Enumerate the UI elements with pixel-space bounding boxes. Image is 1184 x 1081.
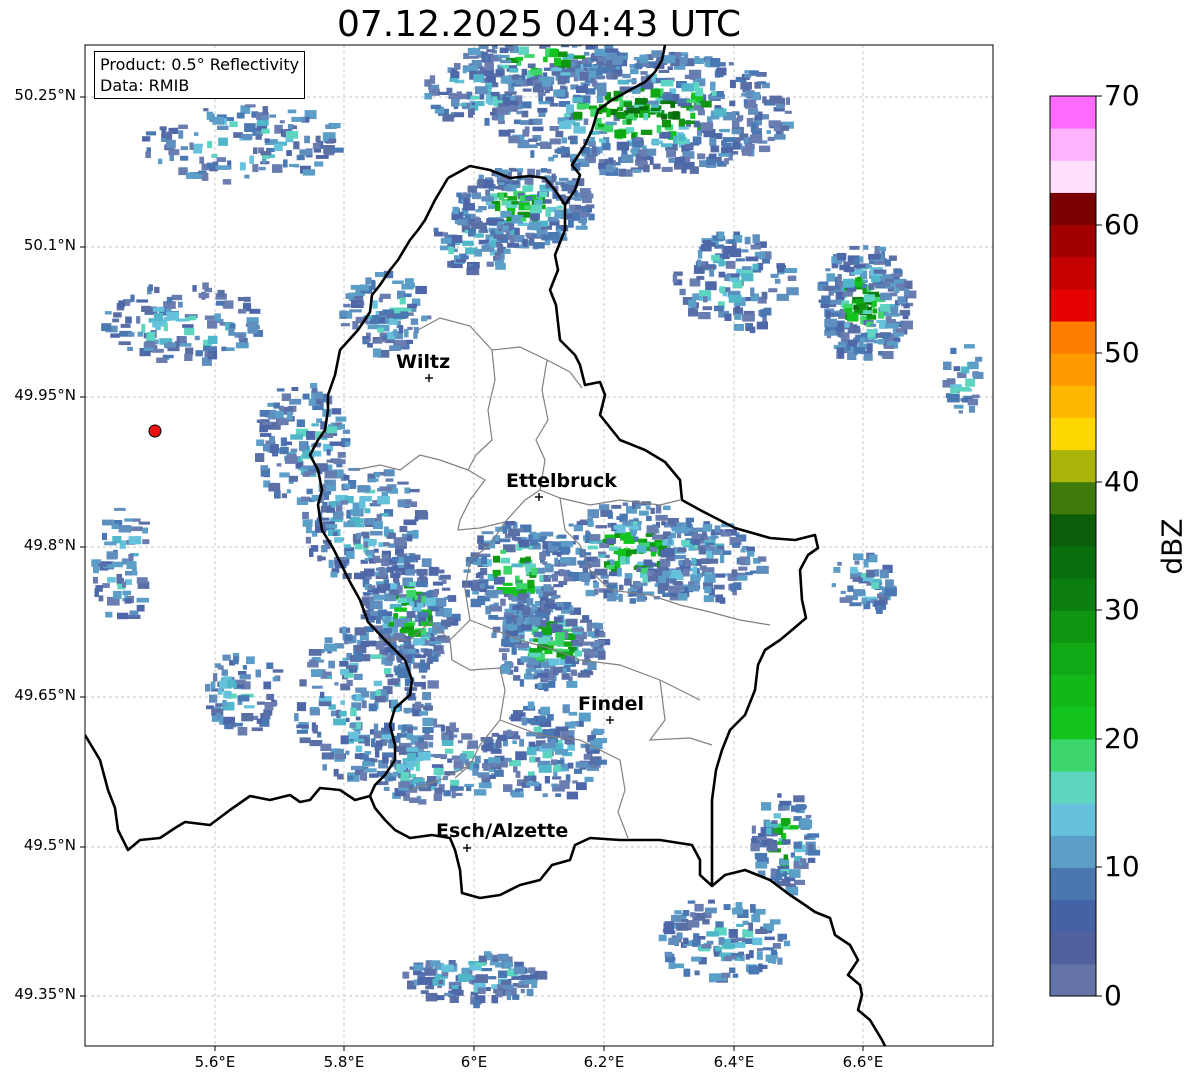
lon-tick-label: 5.8°E	[323, 1053, 365, 1071]
lat-tick-label: 49.95°N	[14, 386, 76, 404]
lat-tick-label: 49.35°N	[14, 985, 76, 1003]
lat-tick-label: 50.25°N	[14, 86, 76, 104]
colorbar-cell	[1050, 610, 1096, 643]
lon-tick-label: 6.6°E	[842, 1053, 884, 1071]
lon-tick-label: 6.2°E	[583, 1053, 625, 1071]
colorbar-cell	[1050, 546, 1096, 579]
city-label-esch-alzette: Esch/Alzette	[436, 820, 569, 842]
lat-tick-label: 49.65°N	[14, 686, 76, 704]
colorbar-tick-label: 0	[1104, 979, 1122, 1012]
colorbar-cell	[1050, 803, 1096, 836]
lat-tick-label: 50.1°N	[23, 236, 76, 254]
colorbar-tick-label: 30	[1104, 593, 1140, 626]
colorbar-cell	[1050, 224, 1096, 258]
lat-tick-label: 49.8°N	[23, 536, 76, 554]
colorbar-ticks	[1096, 95, 1102, 997]
colorbar-cell	[1050, 738, 1096, 772]
colorbar-tick-label: 70	[1104, 79, 1140, 112]
colorbar-cell	[1050, 449, 1096, 483]
colorbar-cell	[1050, 835, 1096, 868]
lat-tick-label: 49.5°N	[23, 836, 76, 854]
lon-tick-label: 6.4°E	[713, 1053, 755, 1071]
colorbar-cell	[1050, 353, 1096, 386]
colorbar-cells	[1050, 96, 1096, 997]
city-label-findel: Findel	[578, 693, 645, 715]
colorbar-label: dBZ	[1155, 518, 1184, 575]
colorbar-cell	[1050, 867, 1096, 901]
data-source-text: Data: RMIB	[100, 76, 190, 95]
colorbar-tick-label: 60	[1104, 208, 1140, 241]
colorbar-cell	[1050, 385, 1096, 418]
city-label-wiltz: Wiltz	[396, 351, 451, 373]
colorbar-cell	[1050, 256, 1096, 290]
lon-tick-label: 5.6°E	[194, 1053, 236, 1071]
colorbar-cell	[1050, 674, 1096, 708]
product-text: Product: 0.5° Reflectivity	[100, 55, 300, 74]
colorbar-cell	[1050, 128, 1096, 161]
colorbar-cell	[1050, 96, 1096, 129]
colorbar-cell	[1050, 160, 1096, 193]
lon-tick-label: 6°E	[460, 1053, 488, 1071]
colorbar-cell	[1050, 321, 1096, 354]
colorbar-tick-label: 10	[1104, 850, 1140, 883]
colorbar-cell	[1050, 578, 1096, 611]
colorbar-tick-label: 40	[1104, 465, 1140, 498]
colorbar-cell	[1050, 642, 1096, 676]
colorbar-cell	[1050, 513, 1096, 547]
colorbar-cell	[1050, 771, 1096, 804]
colorbar-tick-label: 50	[1104, 336, 1140, 369]
colorbar-cell	[1050, 963, 1096, 997]
colorbar-cell	[1050, 481, 1096, 515]
colorbar-cell	[1050, 417, 1096, 451]
colorbar-cell	[1050, 706, 1096, 740]
colorbar-cell	[1050, 192, 1096, 226]
colorbar-cell	[1050, 931, 1096, 965]
colorbar-cell	[1050, 899, 1096, 933]
colorbar-cell	[1050, 288, 1096, 322]
city-label-ettelbruck: Ettelbruck	[506, 470, 617, 492]
colorbar	[1049, 95, 1102, 997]
info-box: Product: 0.5° Reflectivity Data: RMIB	[94, 51, 306, 99]
colorbar-tick-label: 20	[1104, 722, 1140, 755]
